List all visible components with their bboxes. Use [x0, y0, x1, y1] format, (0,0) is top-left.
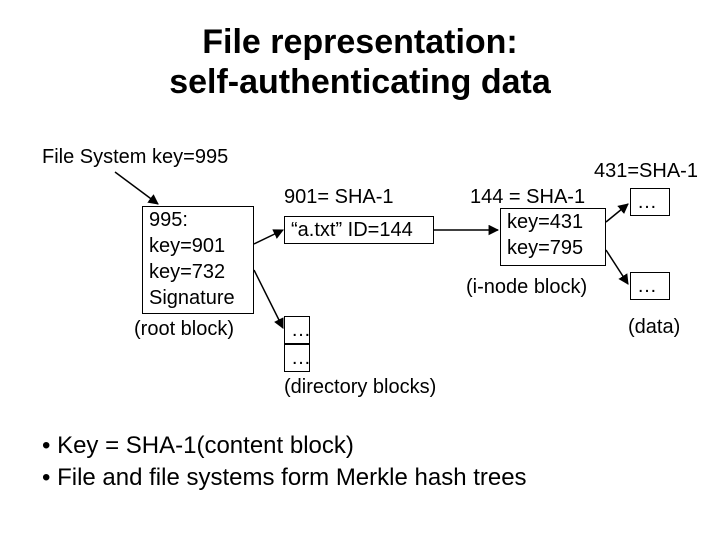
root-box-line-3: key=732: [149, 259, 247, 285]
directory-entry-box: “a.txt” ID=144: [284, 216, 434, 244]
directory-header: 901= SHA-1: [284, 186, 394, 209]
title-line-1: File representation:: [202, 23, 518, 61]
title-line-2: self-authenticating data: [169, 63, 551, 101]
root-box-line-1: 995:: [149, 207, 247, 233]
root-box-line-4: Signature: [149, 285, 247, 311]
data-block-header: 431=SHA-1: [594, 160, 698, 183]
bullet-2: • File and file systems form Merkle hash…: [42, 462, 527, 494]
data-block-box-1: …: [630, 188, 670, 216]
directory-ellipsis-2: …: [284, 344, 310, 372]
root-block-box: 995: key=901 key=732 Signature: [142, 206, 254, 314]
inode-header: 144 = SHA-1: [470, 186, 585, 209]
bullet-1: • Key = SHA-1(content block): [42, 430, 527, 462]
inode-block-label: (i-node block): [466, 276, 587, 299]
inode-line-2: key=795: [507, 235, 599, 261]
file-system-key-label: File System key=995: [42, 146, 228, 169]
data-block-box-2: …: [630, 272, 670, 300]
inode-line-1: key=431: [507, 209, 599, 235]
inode-box: key=431 key=795: [500, 208, 606, 266]
data-label: (data): [628, 316, 680, 339]
root-box-line-2: key=901: [149, 233, 247, 259]
directory-ellipsis-1: …: [284, 316, 310, 344]
slide-title: File representation: self-authenticating…: [0, 22, 720, 102]
root-block-label: (root block): [134, 318, 234, 341]
slide: File representation: self-authenticating…: [0, 0, 720, 540]
bullet-list: • Key = SHA-1(content block) • File and …: [42, 430, 527, 495]
directory-blocks-label: (directory blocks): [284, 376, 436, 399]
